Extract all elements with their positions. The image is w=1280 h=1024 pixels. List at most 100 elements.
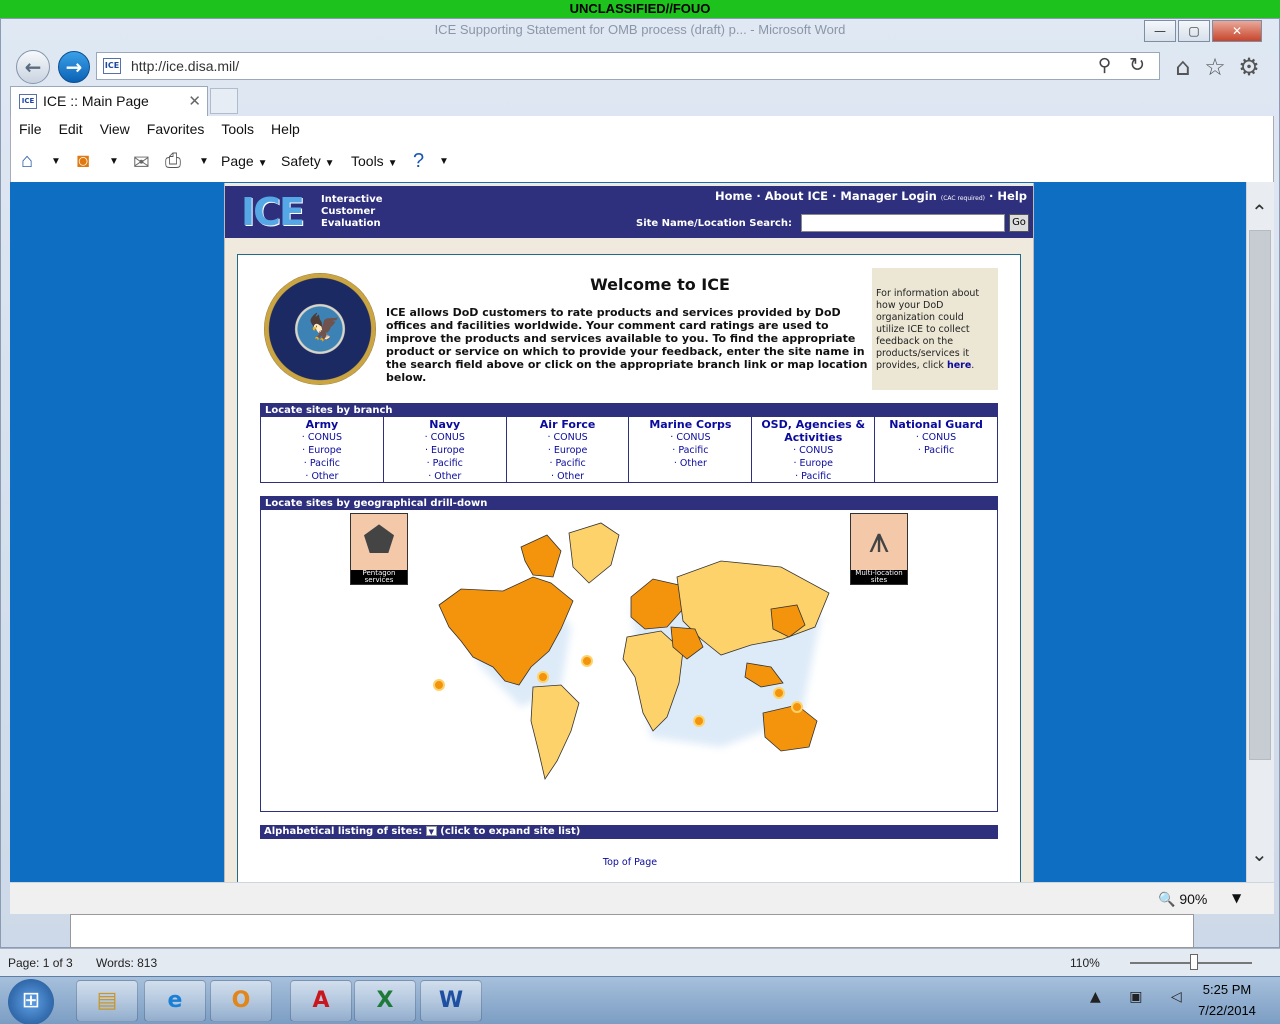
map-australia[interactable] — [762, 704, 818, 752]
word-zoom-level[interactable]: 110% — [1070, 956, 1100, 970]
browser-zoom[interactable]: 🔍 90% — [1158, 891, 1207, 908]
map-hotspot-pacific[interactable] — [433, 679, 445, 691]
outlook-taskbar-icon[interactable]: O — [210, 980, 272, 1022]
word-taskbar-icon[interactable]: W — [420, 980, 482, 1022]
branch-link[interactable]: · CONUS — [507, 431, 629, 444]
chevron-down-icon[interactable]: ▼ — [439, 156, 449, 167]
go-button[interactable]: Go — [1009, 214, 1029, 232]
back-button[interactable]: ← — [16, 50, 50, 84]
branch-name[interactable]: National Guard — [875, 418, 997, 431]
branch-name[interactable]: Navy — [384, 418, 506, 431]
map-greenland[interactable] — [568, 522, 620, 584]
branch-link[interactable]: · Other — [384, 470, 506, 483]
branch-link[interactable]: · Pacific — [261, 457, 383, 470]
tools-menu[interactable]: Tools ▼ — [351, 153, 397, 169]
safety-menu[interactable]: Safety ▼ — [281, 153, 335, 169]
gear-icon[interactable]: ⚙ — [1234, 53, 1264, 81]
tab-close-icon[interactable]: ✕ — [188, 92, 201, 110]
expand-toggle-icon[interactable]: ▼ — [425, 826, 437, 836]
menu-favorites[interactable]: Favorites — [147, 121, 205, 137]
search-icon[interactable]: ⚲ — [1098, 55, 1111, 76]
top-of-page-link[interactable]: Top of Page — [238, 857, 1022, 868]
scroll-thumb[interactable] — [1249, 230, 1271, 760]
branch-link[interactable]: · Pacific — [384, 457, 506, 470]
system-tray[interactable]: ▲ ▣ ◁ — [1090, 989, 1194, 1005]
map-hotspot-indian[interactable] — [693, 715, 705, 727]
info-here-link[interactable]: here — [947, 360, 971, 371]
forward-button[interactable]: → — [58, 51, 90, 83]
map-canada-north[interactable] — [520, 534, 562, 578]
site-search-input[interactable] — [801, 214, 1005, 232]
help-icon[interactable]: ? — [413, 150, 424, 173]
menu-edit[interactable]: Edit — [59, 121, 83, 137]
branch-link[interactable]: · Pacific — [629, 444, 751, 457]
clock-date[interactable]: 7/22/2014 — [1190, 1003, 1264, 1018]
map-hotspot-micronesia[interactable] — [791, 701, 803, 713]
map-hotspot-guam[interactable] — [773, 687, 785, 699]
map-hotspot-caribbean[interactable] — [537, 671, 549, 683]
acrobat-taskbar-icon[interactable]: A — [290, 980, 352, 1022]
map-south-america[interactable] — [530, 684, 580, 780]
vertical-scrollbar[interactable]: ⌃ ⌄ — [1246, 182, 1274, 882]
multi-location-link[interactable]: ⩚ Multi-location sites — [850, 513, 908, 585]
branch-link[interactable]: · CONUS — [629, 431, 751, 444]
start-button[interactable]: ⊞ — [8, 979, 54, 1024]
maximize-button[interactable]: ▢ — [1178, 20, 1210, 42]
branch-name[interactable]: Marine Corps — [629, 418, 751, 431]
menu-file[interactable]: File — [19, 121, 42, 137]
word-zoom-thumb[interactable] — [1190, 954, 1198, 970]
browser-tab[interactable]: ICE ICE :: Main Page ✕ — [10, 86, 208, 116]
close-button[interactable]: ✕ — [1212, 20, 1262, 42]
scroll-down-icon[interactable]: ⌄ — [1251, 842, 1268, 866]
nav-help[interactable]: Help — [997, 189, 1027, 203]
branch-link[interactable]: · CONUS — [752, 444, 874, 457]
branch-link[interactable]: · Pacific — [752, 470, 874, 483]
branch-link[interactable]: · Pacific — [507, 457, 629, 470]
clock-time[interactable]: 5:25 PM — [1192, 982, 1262, 997]
branch-name[interactable]: Air Force — [507, 418, 629, 431]
scroll-up-icon[interactable]: ⌃ — [1251, 200, 1268, 224]
mail-icon[interactable]: ✉ — [133, 150, 150, 175]
chevron-down-icon[interactable]: ▼ — [199, 156, 209, 167]
ice-logo[interactable]: ICE — [241, 190, 305, 234]
branch-name[interactable]: OSD, Agencies & Activities — [752, 418, 874, 444]
world-map[interactable] — [421, 517, 841, 797]
page-menu[interactable]: Page ▼ — [221, 153, 268, 169]
branch-link[interactable]: · Europe — [752, 457, 874, 470]
branch-link[interactable]: · Europe — [507, 444, 629, 457]
address-url[interactable]: http://ice.disa.mil/ — [131, 58, 239, 74]
pentagon-services-link[interactable]: ⬟ Pentagon services — [350, 513, 408, 585]
excel-taskbar-icon[interactable]: X — [354, 980, 416, 1022]
chevron-down-icon[interactable]: ▼ — [51, 156, 61, 167]
feeds-icon[interactable]: ◙ — [77, 150, 89, 173]
nav-manager-login[interactable]: Manager Login — [840, 189, 936, 203]
new-tab-button[interactable] — [210, 88, 238, 114]
word-word-count[interactable]: Words: 813 — [96, 956, 157, 970]
branch-link[interactable]: · Pacific — [875, 444, 997, 457]
chevron-down-icon[interactable]: ▼ — [1232, 891, 1241, 905]
branch-link[interactable]: · Other — [629, 457, 751, 470]
alpha-hint[interactable]: (click to expand site list) — [440, 826, 580, 837]
branch-link[interactable]: · CONUS — [875, 431, 997, 444]
minimize-button[interactable]: — — [1144, 20, 1176, 42]
branch-link[interactable]: · Europe — [384, 444, 506, 457]
favorites-star-icon[interactable]: ☆ — [1200, 53, 1230, 81]
home-icon[interactable]: ⌂ — [1168, 53, 1198, 81]
explorer-taskbar-icon[interactable]: ▤ — [76, 980, 138, 1022]
address-bar[interactable]: ICE http://ice.disa.mil/ ⚲ ↻ — [96, 52, 1160, 80]
branch-name[interactable]: Army — [261, 418, 383, 431]
branch-link[interactable]: · CONUS — [384, 431, 506, 444]
menu-help[interactable]: Help — [271, 121, 300, 137]
branch-link[interactable]: · Other — [507, 470, 629, 483]
branch-link[interactable]: · CONUS — [261, 431, 383, 444]
refresh-icon[interactable]: ↻ — [1129, 54, 1145, 76]
branch-link[interactable]: · Other — [261, 470, 383, 483]
ie-taskbar-icon[interactable]: e — [144, 980, 206, 1022]
print-icon[interactable]: ⎙ — [165, 150, 181, 173]
branch-link[interactable]: · Europe — [261, 444, 383, 457]
nav-about[interactable]: About ICE — [765, 189, 828, 203]
menu-view[interactable]: View — [100, 121, 130, 137]
home-icon[interactable]: ⌂ — [21, 150, 33, 173]
map-hotspot-atlantic[interactable] — [581, 655, 593, 667]
word-page-count[interactable]: Page: 1 of 3 — [8, 956, 73, 970]
